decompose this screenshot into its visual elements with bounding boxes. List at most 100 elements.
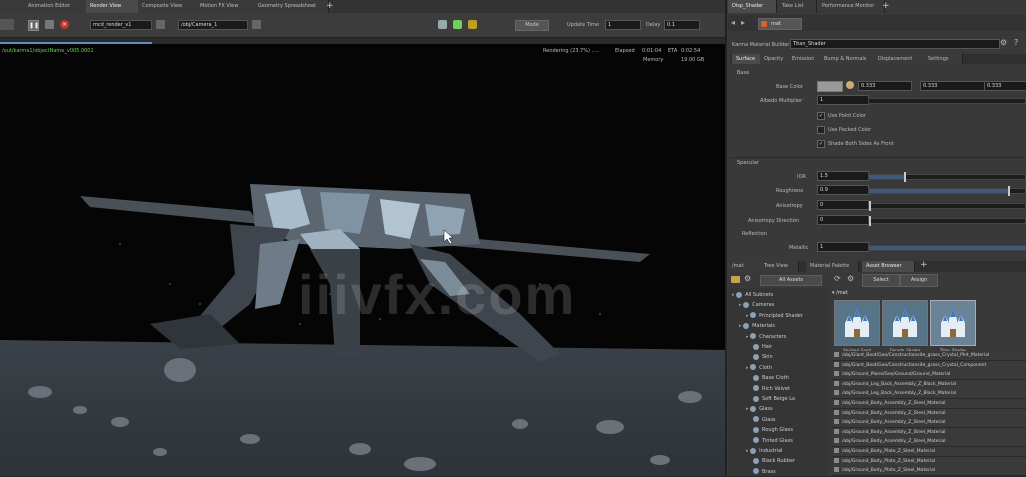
lower-add-tab-icon[interactable]: + (920, 260, 928, 270)
rop-jump-icon[interactable] (156, 20, 165, 29)
tree-item[interactable]: Hair (753, 342, 772, 352)
pause-icon[interactable]: ❚❚ (28, 20, 39, 31)
material-path-row[interactable]: /obj/Ground_Body_Assembly_Z_Steel_Materi… (832, 408, 1026, 419)
subtab-settings[interactable]: Settings (924, 54, 963, 64)
albedo-slider[interactable] (868, 98, 1026, 104)
material-path-row[interactable]: /obj/Giant_Boot/Geo/Constructionsite_gra… (832, 351, 1026, 361)
material-path-row[interactable]: /obj/Ground_Body_Plate_Z_Steel_Material (832, 456, 1026, 467)
base-color-b[interactable]: 0.333 (984, 81, 1026, 91)
material-path-row[interactable]: /obj/Ground_Body_Assembly_Z_Steel_Materi… (832, 427, 1026, 438)
tab-blank[interactable] (0, 0, 27, 13)
use-packed-color-checkbox[interactable] (817, 126, 825, 134)
subtab-emission[interactable]: Emission (788, 54, 823, 64)
tab-mat[interactable]: /mat (728, 261, 763, 272)
metallic-field[interactable]: 1 (817, 242, 869, 252)
material-path-row[interactable]: /obj/Ground_Body_Assembly_Z_Steel_Materi… (832, 437, 1026, 448)
material-path-row[interactable]: /obj/Ground_Body_Plate_Z_Steel_Material (832, 447, 1026, 457)
rop-path-field[interactable]: mcd_render_v1 (90, 20, 152, 30)
tab-disp-shader[interactable]: Disp_Shader (728, 0, 777, 13)
color-picker-icon[interactable] (846, 81, 854, 89)
back-arrow-icon[interactable]: ◂ (731, 18, 735, 27)
tree-item[interactable]: ▸ Cloth (746, 363, 772, 373)
anisotropy-slider[interactable] (868, 201, 1026, 211)
subtab-surface[interactable]: Surface (732, 54, 763, 64)
tree-item[interactable]: ▸ Characters (746, 332, 786, 342)
tree-item[interactable]: Soft Beige La (753, 394, 795, 404)
tree-item[interactable]: ▸ Industrial (746, 446, 783, 456)
network-path-chip[interactable]: mat (758, 18, 802, 30)
base-color-swatch[interactable] (817, 81, 843, 92)
tab-motion-fx-view[interactable]: Motion FX View (196, 0, 257, 13)
use-point-color-checkbox[interactable]: ✓ (817, 112, 825, 120)
thumb-stylized-sand[interactable]: Stylized_Sand (834, 300, 880, 353)
tree-item[interactable]: ▸ Principled Shader (746, 311, 803, 321)
tree-item[interactable]: Rich Velvet (753, 384, 790, 394)
thumb-titan-shader[interactable]: Titan_Shader (930, 300, 976, 353)
camera-jump-icon[interactable] (252, 20, 261, 29)
right-add-tab-icon[interactable]: + (882, 1, 890, 11)
render-button[interactable] (0, 19, 14, 30)
material-path-row[interactable]: /obj/Ground_Body_Assembly_Z_Steel_Materi… (832, 399, 1026, 409)
tree-item[interactable]: Brass (753, 467, 776, 477)
tab-material-palette[interactable]: Material Palette (806, 261, 859, 272)
tree-item[interactable]: ▸ Glass (746, 404, 773, 414)
thumb-dorado-shader[interactable]: Dorado_Shader (882, 300, 928, 353)
assign-button[interactable]: Assign (900, 274, 938, 287)
stop-render-icon[interactable]: × (60, 20, 69, 29)
subtab-bump-normals[interactable]: Bump & Normals (820, 54, 877, 64)
material-path-row[interactable]: /obj/Ground_Body_Assembly_Z_Steel_Materi… (832, 418, 1026, 429)
material-path-row[interactable]: /obj/Giant_Boot/Geo/Constructionsite_gra… (832, 360, 1026, 371)
tree-item[interactable]: Skin (753, 352, 773, 362)
ior-field[interactable]: 1.5 (817, 171, 869, 181)
tab-take-list[interactable]: Take List (778, 0, 817, 13)
region-icon[interactable] (453, 20, 462, 29)
node-name-field[interactable]: Titan_Shader (790, 39, 1000, 49)
tab-composite-view[interactable]: Composite View (138, 0, 199, 13)
select-button[interactable]: Select (862, 274, 900, 287)
tree-item[interactable]: Rough Glass (753, 425, 793, 435)
mode-dropdown[interactable]: Mode (515, 20, 549, 31)
roughness-slider[interactable] (868, 186, 1026, 196)
anisotropy-field[interactable]: 0 (817, 200, 869, 210)
square-icon[interactable] (45, 20, 54, 29)
shade-both-sides-checkbox[interactable]: ✓ (817, 140, 825, 148)
tab-performance-monitor[interactable]: Performance Monitor (818, 0, 885, 13)
browser-gear-icon[interactable]: ⚙ (744, 274, 751, 283)
tree-item[interactable]: Tinted Glass (753, 436, 793, 446)
delay-field[interactable]: 0.1 (664, 20, 700, 30)
tab-geometry-spreadsheet[interactable]: Geometry Spreadsheet (254, 0, 329, 13)
camera-path-field[interactable]: /obj/Camera_1 (178, 20, 248, 30)
refresh-icon[interactable]: ⟳ (834, 274, 841, 283)
base-color-r[interactable]: 0.333 (858, 81, 912, 91)
metallic-slider[interactable] (868, 245, 1026, 251)
help-icon[interactable]: ? (1014, 38, 1018, 47)
tree-item[interactable]: Glass (753, 415, 776, 425)
gear-icon[interactable]: ⚙ (1000, 38, 1007, 47)
tab-tree-view[interactable]: Tree View (760, 261, 799, 272)
material-path-row[interactable]: /obj/Ground_Leg_Back_Assembly_Z_Black_Ma… (832, 389, 1026, 400)
tree-item[interactable]: ▸ Cameras (739, 300, 774, 310)
roughness-field[interactable]: 0.9 (817, 185, 869, 195)
tree-item[interactable]: Black Rubber (753, 456, 795, 466)
settings-icon[interactable]: ⚙ (847, 274, 854, 283)
add-tab-icon[interactable]: + (326, 1, 334, 11)
anisotropy-direction-field[interactable]: 0 (817, 215, 869, 225)
tab-asset-browser[interactable]: Asset Browser (862, 261, 915, 272)
ior-slider[interactable] (868, 172, 1026, 182)
subtab-opacity[interactable]: Opacity (760, 54, 791, 64)
albedo-field[interactable]: 1 (817, 95, 869, 105)
material-path-row[interactable]: /obj/Ground_Plane/Geo/Ground/Ground_Mate… (832, 370, 1026, 381)
material-path-row[interactable]: /obj/Ground_Body_Plate_Z_Steel_Material (832, 466, 1026, 477)
tree-item[interactable]: ▸ Materials (739, 321, 775, 331)
tab-animation-editor[interactable]: Animation Editor (24, 0, 89, 13)
tab-render-view[interactable]: Render View (86, 0, 141, 13)
folder-icon[interactable] (731, 276, 740, 283)
tree-item[interactable]: Base Cloth (753, 373, 789, 383)
browser-search[interactable]: All Assets (760, 275, 822, 286)
base-color-g[interactable]: 0.333 (920, 81, 986, 91)
render-viewport[interactable]: /out/karma1/objectName_v005.0001 Renderi… (0, 44, 725, 476)
update-time-field[interactable]: 1 (605, 20, 641, 30)
material-path-row[interactable]: /obj/Ground_Leg_Back_Assembly_Z_Black_Ma… (832, 379, 1026, 390)
mat-header[interactable]: ▾ /mat (832, 289, 1022, 297)
snapshot-icon[interactable] (438, 20, 447, 29)
